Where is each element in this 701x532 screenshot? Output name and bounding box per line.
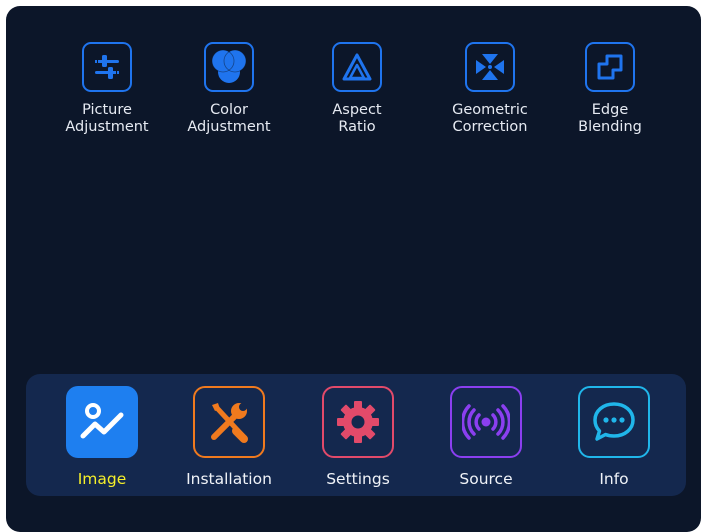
submenu-aspect-ratio[interactable]: Aspect Ratio [297, 42, 417, 136]
submenu-color-adjustment[interactable]: Color Adjustment [169, 42, 289, 136]
dock-label-settings: Settings [326, 470, 390, 488]
gear-icon [322, 386, 394, 458]
submenu-label: Edge Blending [578, 102, 642, 135]
submenu-geometric-correction[interactable]: Geometric Correction [430, 42, 550, 136]
dock-item-installation[interactable]: Installation [174, 386, 284, 488]
main-menu-dock: Image Installation Settings Source Info [26, 374, 686, 496]
dock-item-image[interactable]: Image [47, 386, 157, 488]
color-circles-icon [204, 42, 254, 92]
submenu-picture-adjustment[interactable]: Picture Adjustment [47, 42, 167, 136]
aspect-triangle-icon [332, 42, 382, 92]
submenu-label: Aspect Ratio [332, 102, 382, 135]
sliders-icon [82, 42, 132, 92]
dock-item-info[interactable]: Info [559, 386, 669, 488]
dock-label-info: Info [599, 470, 629, 488]
projector-menu-screen: Picture Adjustment Color Adjustment Aspe… [6, 6, 701, 532]
submenu-label: Color Adjustment [187, 102, 271, 135]
dock-label-source: Source [459, 470, 513, 488]
dock-item-source[interactable]: Source [431, 386, 541, 488]
geometric-arrows-icon [465, 42, 515, 92]
signal-broadcast-icon [450, 386, 522, 458]
edge-blend-icon [585, 42, 635, 92]
image-chart-icon [66, 386, 138, 458]
submenu-edge-blending[interactable]: Edge Blending [550, 42, 670, 136]
chat-bubble-icon [578, 386, 650, 458]
wrench-screwdriver-icon [193, 386, 265, 458]
submenu-label: Picture Adjustment [65, 102, 149, 135]
dock-label-installation: Installation [186, 470, 272, 488]
submenu-label: Geometric Correction [452, 102, 528, 135]
dock-label-image: Image [77, 470, 127, 488]
dock-item-settings[interactable]: Settings [303, 386, 413, 488]
